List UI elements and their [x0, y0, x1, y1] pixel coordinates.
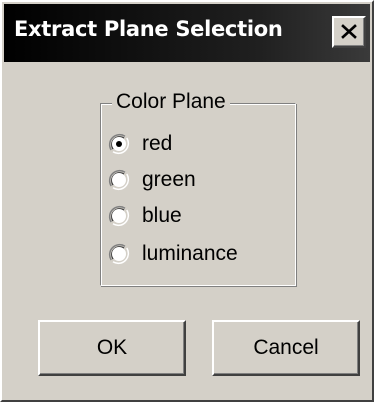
extract-plane-dialog: Extract Plane Selection Color Plane red	[0, 0, 374, 402]
radio-button-icon[interactable]	[108, 169, 130, 191]
close-button[interactable]	[332, 16, 366, 48]
radio-green[interactable]: green	[108, 166, 196, 194]
radio-button-icon[interactable]	[108, 133, 130, 155]
radio-label: green	[142, 168, 196, 191]
radio-selected-dot	[116, 141, 122, 147]
radio-label: luminance	[142, 242, 238, 265]
title-bar[interactable]: Extract Plane Selection	[4, 4, 370, 62]
color-plane-label: Color Plane	[112, 90, 230, 114]
radio-red[interactable]: red	[108, 130, 172, 158]
radio-luminance[interactable]: luminance	[108, 240, 238, 268]
radio-label: red	[142, 132, 173, 155]
window-title: Extract Plane Selection	[14, 17, 283, 41]
radio-button-icon[interactable]	[108, 243, 130, 265]
radio-blue[interactable]: blue	[108, 202, 182, 230]
cancel-button[interactable]: Cancel	[212, 320, 360, 376]
radio-button-icon[interactable]	[108, 205, 130, 227]
close-icon	[341, 24, 357, 39]
radio-label: blue	[142, 204, 182, 227]
ok-button[interactable]: OK	[38, 320, 186, 376]
